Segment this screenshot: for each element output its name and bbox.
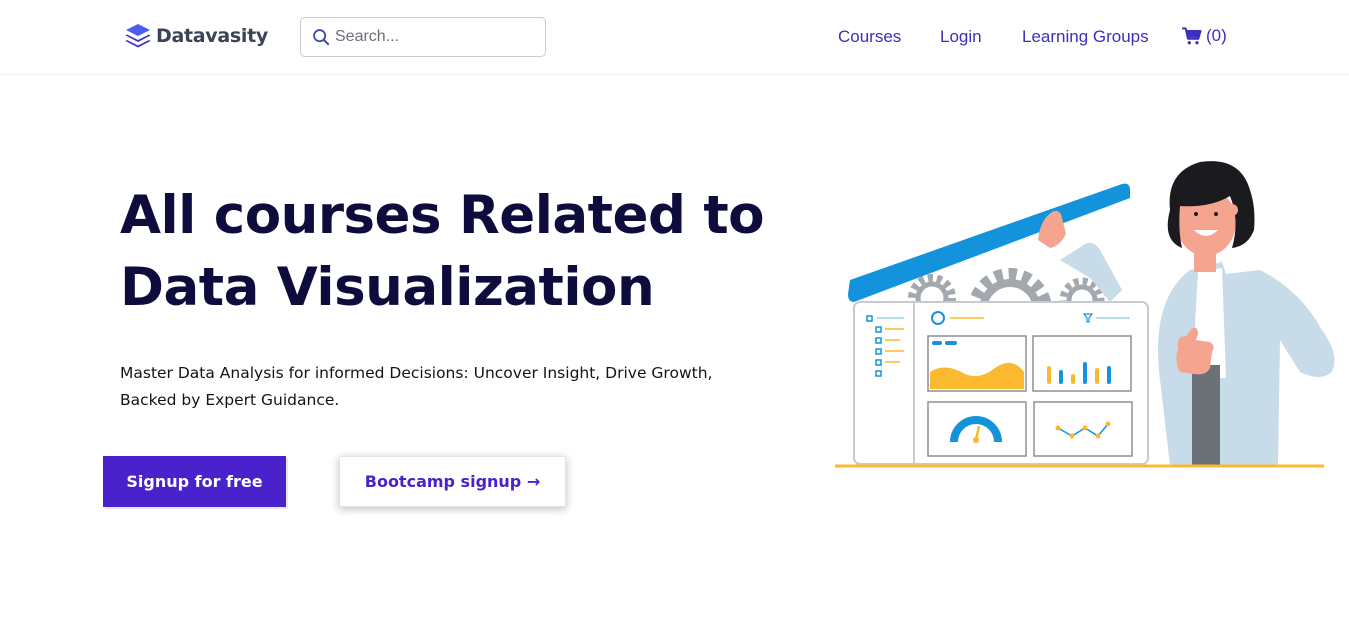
- hero-title: All courses Related to Data Visualizatio…: [120, 185, 765, 318]
- logo[interactable]: Datavasity: [124, 22, 268, 50]
- hero-illustration: [835, 161, 1335, 468]
- nav-login-link[interactable]: Login: [940, 27, 982, 47]
- nav-courses-link[interactable]: Courses: [838, 27, 901, 47]
- hero-subtitle: Master Data Analysis for informed Decisi…: [120, 364, 713, 409]
- cart-icon: [1182, 27, 1202, 45]
- search-icon: [313, 29, 330, 46]
- logo-text: Datavasity: [156, 25, 268, 47]
- cart-button[interactable]: (0): [1182, 26, 1227, 46]
- cart-count: (0): [1206, 26, 1227, 45]
- signup-free-button[interactable]: Signup for free: [103, 456, 286, 507]
- search-box[interactable]: [300, 17, 546, 57]
- search-input[interactable]: [335, 28, 525, 46]
- logo-stack-icon: [125, 24, 151, 48]
- nav-learning-groups-link[interactable]: Learning Groups: [1022, 27, 1149, 47]
- site-header: Datavasity Courses Login Learning Groups…: [0, 0, 1349, 75]
- bootcamp-signup-button[interactable]: Bootcamp signup →: [339, 456, 566, 507]
